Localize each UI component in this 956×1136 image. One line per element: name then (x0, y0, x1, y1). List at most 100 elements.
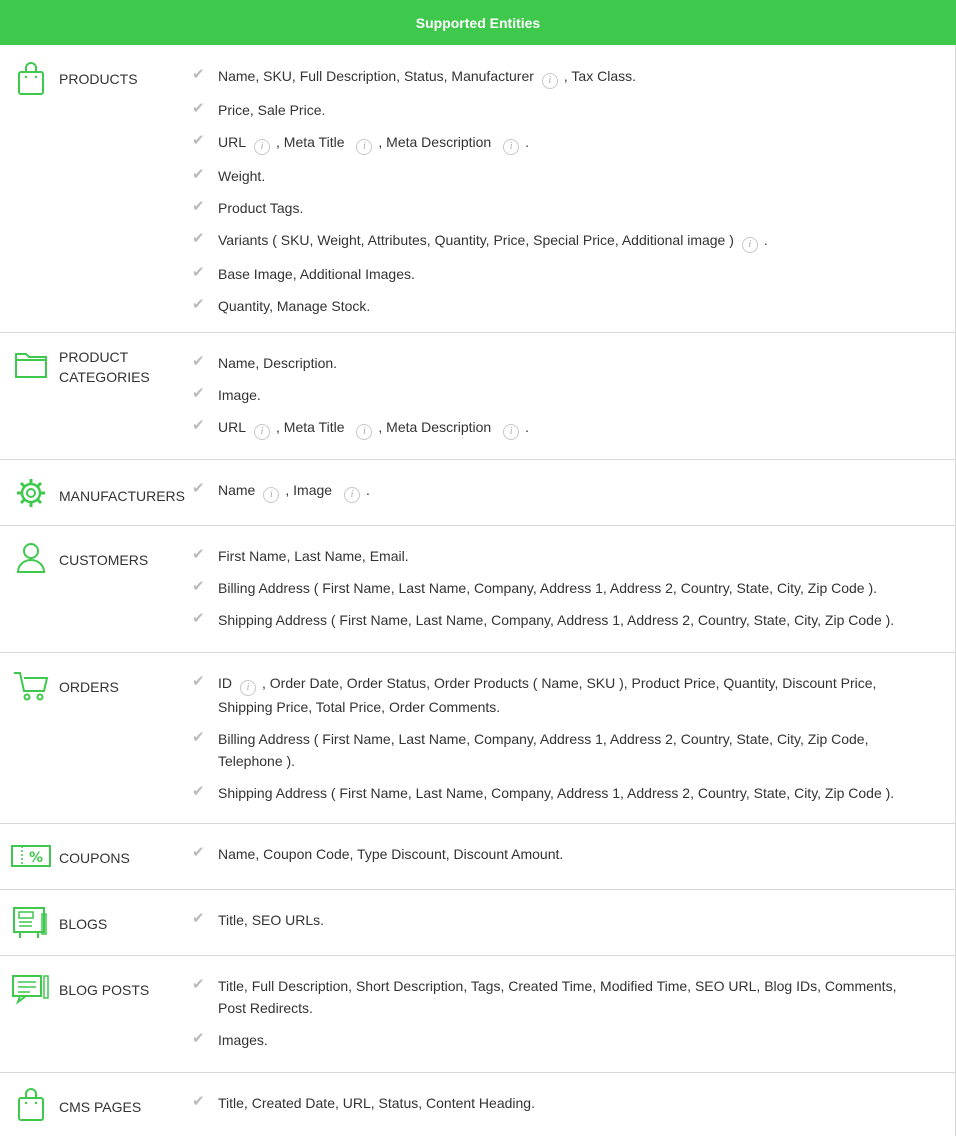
info-icon[interactable]: i (741, 237, 758, 253)
entity-label: BLOGS (59, 916, 108, 932)
svg-text:%: % (29, 850, 43, 866)
list-item: ✔ Billing Address ( First Name, Last Name… (190, 577, 925, 599)
checkmark-icon: ✔ (192, 1093, 205, 1110)
checkmark-icon: ✔ (192, 166, 205, 183)
entity-row-blogs: BLOGS ✔ Title, SEO URLs. (0, 890, 955, 956)
list-item: ✔ Shipping Address ( First Name, Last Nam… (190, 782, 925, 804)
checkmark-icon: ✔ (192, 132, 205, 149)
checkmark-icon: ✔ (192, 66, 205, 83)
item-text: Title, SEO URLs. (218, 912, 325, 928)
item-text: Billing Address ( First Name, Last Name,… (218, 731, 869, 769)
item-text: Weight. (218, 168, 266, 184)
list-item: ✔ Title, SEO URLs. (190, 909, 925, 931)
item-text: . (763, 232, 768, 248)
info-icon[interactable]: i (356, 424, 373, 440)
list-item: ✔ Variants ( SKU, Weight, Attributes, Qua… (190, 229, 925, 253)
list-item: ✔ Product Tags. (190, 197, 925, 219)
item-text: , Meta Title (276, 419, 349, 435)
item-text: , Image (285, 482, 336, 498)
coupon-icon: % (10, 836, 52, 876)
item-text: Product Tags. (218, 200, 304, 216)
checkmark-icon: ✔ (192, 296, 205, 313)
list-item: ✔ Quantity, Manage Stock. (190, 295, 925, 317)
info-icon[interactable]: i (503, 139, 520, 155)
checkmark-icon: ✔ (192, 264, 205, 281)
item-text: Price, Sale Price. (218, 102, 326, 118)
item-text: ID (218, 675, 232, 691)
list-item: ✔ Weight. (190, 165, 925, 187)
list-item: ✔ Title, Created Date, URL, Status, Conte… (190, 1092, 925, 1114)
entity-label: COUPONS (59, 850, 130, 866)
folder-icon (10, 345, 52, 385)
list-item: ✔ Images. (190, 1029, 925, 1051)
item-text: . (525, 419, 529, 435)
checkmark-icon: ✔ (192, 976, 205, 993)
header-title: Supported Entities (415, 14, 541, 31)
checkmark-icon: ✔ (192, 546, 205, 563)
info-icon[interactable]: i (254, 139, 271, 155)
cart-icon (10, 665, 52, 705)
info-icon[interactable]: i (254, 424, 271, 440)
item-text: Variants ( SKU, Weight, Attributes, Quan… (218, 232, 734, 248)
entity-row-coupons: % COUPONS ✔ Name, Coupon Code, Type Discoun… (0, 824, 955, 890)
item-text: Name, Coupon Code, Type Discount, Discou… (218, 846, 564, 862)
entity-label: ORDERS (59, 679, 119, 695)
gear-icon (10, 473, 52, 513)
checkmark-icon: ✔ (192, 578, 205, 595)
item-text: , Order Date, Order Status, Order Produc… (218, 675, 877, 715)
list-item: ✔ Shipping Address ( First Name, Last Nam… (190, 609, 925, 631)
table-header: Supported Entities (0, 0, 956, 45)
entity-label: MANUFACTURERS (59, 488, 186, 504)
item-text: Image. (218, 387, 261, 403)
info-icon[interactable]: i (356, 139, 373, 155)
list-item: ✔ Name, SKU, Full Description, Status, Ma… (190, 65, 925, 89)
info-icon[interactable]: i (503, 424, 520, 440)
blog-post-icon (10, 968, 52, 1008)
item-text: , Meta Title (276, 134, 349, 150)
blog-icon (10, 902, 52, 942)
checkmark-icon: ✔ (192, 610, 205, 627)
item-text: , Tax Class. (563, 68, 637, 84)
info-icon[interactable]: i (541, 73, 558, 89)
user-icon (10, 538, 52, 578)
item-text: Images. (218, 1032, 268, 1048)
list-item: ✔ Image. (190, 384, 925, 406)
cms-bag-icon (10, 1085, 52, 1125)
info-icon[interactable]: i (343, 487, 360, 503)
entity-row-product-categories: PRODUCT CATEGORIES ✔ Name, Description. ✔ Im… (0, 333, 955, 460)
entity-fields-list: ✔ Name, Description. ✔ Image. ✔ URL i , Meta Ti… (190, 352, 925, 450)
entity-fields-list: ✔ Name, SKU, Full Description, Status, Ma… (190, 65, 925, 327)
entity-fields-list: ✔ Title, Full Description, Short Descript… (190, 975, 925, 1061)
item-text: . (525, 134, 529, 150)
checkmark-icon: ✔ (192, 353, 205, 370)
entity-row-customers: CUSTOMERS ✔ First Name, Last Name, Email. ✔… (0, 526, 955, 653)
list-item: ✔ Billing Address ( First Name, Last Name… (190, 728, 925, 772)
checkmark-icon: ✔ (192, 385, 205, 402)
item-text: Title, Full Description, Short Descripti… (218, 978, 897, 1016)
checkmark-icon: ✔ (192, 230, 205, 247)
item-text: Shipping Address ( First Name, Last Name… (218, 612, 895, 628)
info-icon[interactable]: i (240, 680, 256, 696)
checkmark-icon: ✔ (192, 729, 205, 746)
item-text: . (365, 482, 370, 498)
entity-row-cms-pages: CMS PAGES ✔ Title, Created Date, URL, Stat… (0, 1073, 955, 1136)
entity-fields-list: ✔ ID i, Order Date, Order Status, Order Pr… (190, 672, 925, 814)
entity-label: CMS PAGES (59, 1099, 142, 1115)
info-icon[interactable]: i (263, 487, 280, 503)
list-item: ✔ ID i, Order Date, Order Status, Order Pr… (190, 672, 925, 718)
list-item: ✔ First Name, Last Name, Email. (190, 545, 925, 567)
list-item: ✔ Name i, Image i. (190, 479, 925, 503)
checkmark-icon: ✔ (192, 417, 205, 434)
item-text: Name (218, 482, 256, 498)
list-item: ✔ Title, Full Description, Short Descript… (190, 975, 925, 1019)
list-item: ✔ Price, Sale Price. (190, 99, 925, 121)
checkmark-icon: ✔ (192, 673, 205, 690)
list-item: ✔ URL i , Meta Title i , Meta Description i. (190, 131, 925, 155)
entities-table: PRODUCTS ✔ Name, SKU, Full Description, St… (0, 45, 956, 1136)
item-text: Name, SKU, Full Description, Status, Man… (218, 68, 534, 84)
item-text: , Meta Description (378, 419, 496, 435)
item-text: Name, Description. (218, 355, 338, 371)
entity-label: PRODUCTS (59, 71, 138, 87)
checkmark-icon: ✔ (192, 783, 205, 800)
entity-row-blog-posts: BLOG POSTS ✔ Title, Full Description, Shor… (0, 956, 955, 1073)
